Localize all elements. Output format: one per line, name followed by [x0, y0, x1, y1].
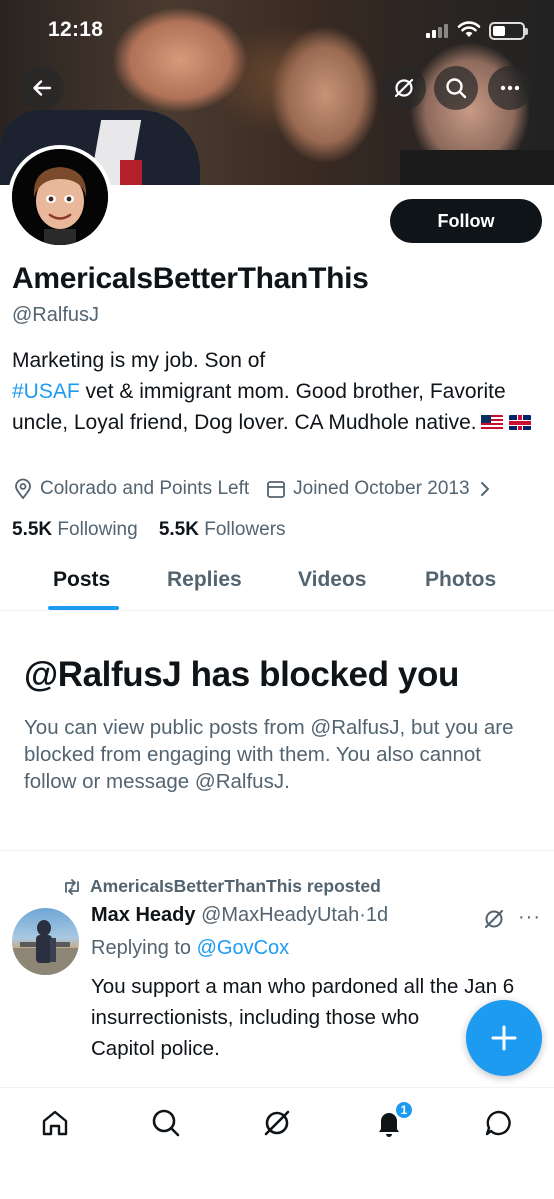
bio-text: Marketing is my job. Son of — [12, 349, 266, 372]
grok-button[interactable] — [382, 66, 426, 110]
post-author-avatar[interactable] — [12, 908, 79, 975]
nav-home[interactable] — [38, 1106, 72, 1140]
chevron-right-icon[interactable] — [476, 480, 494, 498]
following-link[interactable]: 5.5K Following — [12, 519, 138, 540]
signal-icon — [426, 24, 448, 38]
followers-link[interactable]: 5.5K Followers — [159, 519, 286, 540]
nav-messages[interactable] — [482, 1106, 516, 1140]
search-icon — [446, 78, 467, 99]
replying-to-link[interactable]: @GovCox — [197, 937, 290, 959]
repost-icon — [65, 878, 79, 895]
divider — [0, 850, 554, 851]
profile-bio: Marketing is my job. Son of #USAF vet & i… — [12, 345, 542, 438]
search-button[interactable] — [434, 66, 478, 110]
more-icon — [500, 85, 520, 91]
replying-to: Replying to @GovCox — [91, 937, 290, 959]
us-flag-icon — [480, 415, 503, 430]
banner-figure-right — [400, 150, 554, 185]
follow-button[interactable]: Follow — [390, 199, 542, 243]
plus-icon — [491, 1025, 517, 1051]
status-bar: 12:18 — [0, 0, 554, 56]
repost-label: AmericaIsBetterThanThis reposted — [90, 876, 381, 896]
blocked-description: You can view public posts from @RalfusJ,… — [24, 716, 514, 793]
post-author-handle[interactable]: @MaxHeadyUtah — [201, 904, 359, 926]
avatar-image — [12, 149, 108, 245]
blocked-title: @RalfusJ has blocked you — [24, 655, 459, 694]
profile-meta: Colorado and Points Left Joined October … — [12, 478, 494, 500]
post-header: Max Heady @MaxHeadyUtah·1d — [91, 904, 388, 927]
profile-display-name: AmericaIsBetterThanThis — [12, 262, 369, 295]
profile-tabs: Posts Replies Videos Photos — [0, 555, 554, 611]
home-icon — [42, 1110, 68, 1136]
repost-indicator: AmericaIsBetterThanThis reposted — [62, 876, 381, 897]
bio-text-continued: vet & immigrant mom. Good brother, Favor… — [12, 380, 506, 434]
uk-flag-icon — [508, 415, 531, 430]
grok-icon — [264, 1110, 290, 1136]
tab-posts[interactable]: Posts — [53, 568, 110, 592]
back-button[interactable] — [20, 66, 64, 110]
location-icon — [15, 478, 31, 500]
more-options-button[interactable] — [488, 66, 532, 110]
profile-location: Colorado and Points Left — [40, 478, 250, 499]
nav-search[interactable] — [149, 1106, 183, 1140]
notification-badge: 1 — [394, 1100, 414, 1120]
calendar-icon — [267, 481, 286, 498]
nav-grok[interactable] — [260, 1106, 294, 1140]
tab-replies[interactable]: Replies — [167, 568, 242, 592]
wifi-icon — [457, 21, 481, 37]
post-more-icon[interactable]: ··· — [518, 906, 541, 929]
tab-videos[interactable]: Videos — [298, 568, 366, 592]
tab-photos[interactable]: Photos — [425, 568, 496, 592]
post-separator: · — [359, 904, 366, 926]
post-time[interactable]: 1d — [366, 904, 388, 926]
arrow-left-icon — [33, 80, 52, 96]
profile-handle: @RalfusJ — [12, 304, 99, 326]
status-time: 12:18 — [48, 18, 104, 41]
bottom-navigation: 1 — [0, 1087, 554, 1199]
battery-icon — [489, 22, 528, 40]
compose-post-button[interactable] — [466, 1000, 542, 1076]
banner-tie — [120, 160, 142, 185]
bio-hashtag-link[interactable]: #USAF — [12, 380, 80, 403]
search-icon — [152, 1109, 180, 1137]
profile-joined-date: Joined October 2013 — [293, 478, 470, 499]
active-tab-indicator — [48, 606, 119, 610]
grok-icon[interactable] — [482, 907, 506, 931]
messages-icon — [485, 1110, 511, 1136]
follow-counts: 5.5K Following 5.5K Followers — [12, 519, 286, 541]
post-author-name[interactable]: Max Heady — [91, 904, 196, 926]
grok-icon — [394, 78, 414, 98]
profile-avatar[interactable] — [8, 145, 112, 249]
